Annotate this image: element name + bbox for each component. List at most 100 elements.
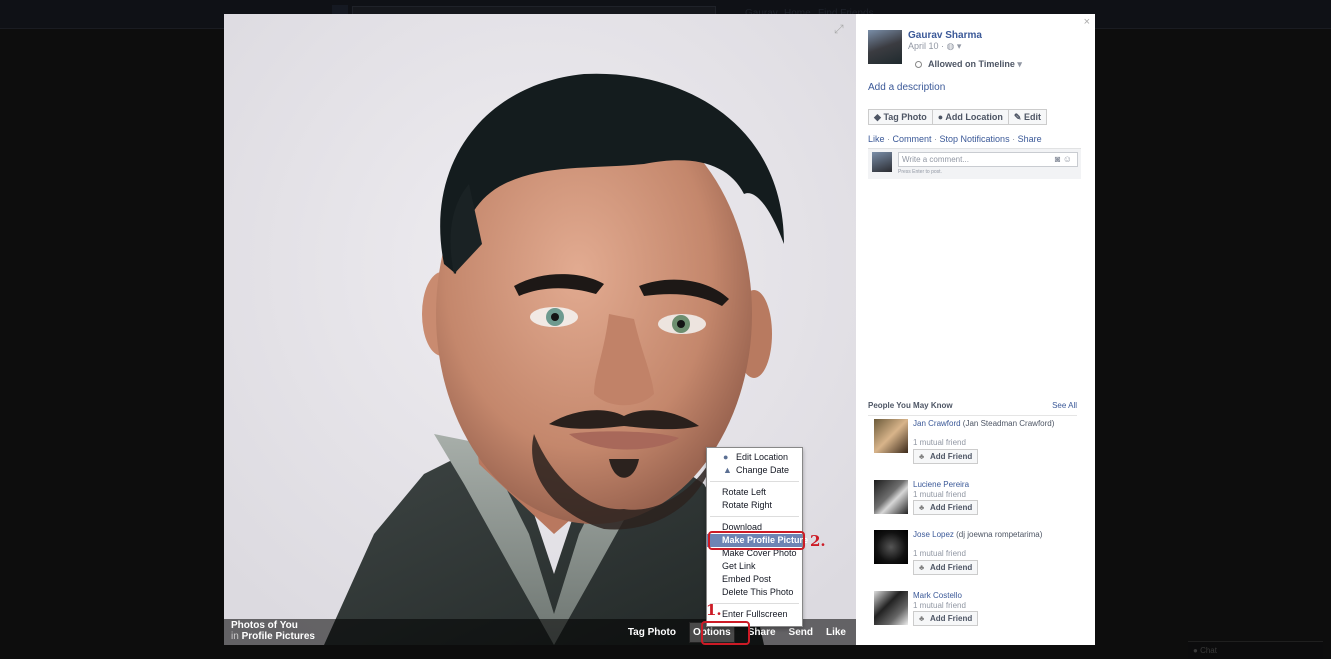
person-name-link[interactable]: Luciene Pereira (913, 480, 969, 489)
mutual-friends[interactable]: 1 mutual friend (913, 601, 966, 610)
highlight-make-profile-picture (708, 531, 805, 550)
person-name: Jan Crawford (Jan Steadman Crawford) (913, 419, 1063, 429)
add-friend-button[interactable]: ♣ Add Friend (913, 560, 978, 575)
edit-button[interactable]: ✎ Edit (1007, 109, 1047, 125)
person-photo[interactable] (874, 530, 908, 564)
mutual-friends[interactable]: 1 mutual friend (913, 490, 966, 499)
photo-edit-buttons: ◆ Tag Photo ● Add Location ✎ Edit (868, 109, 1047, 125)
post-date: April 10 · ◍ ▾ (908, 41, 961, 52)
menu-embed-post[interactable]: Embed Post (707, 573, 802, 586)
person-alt-name: (dj joewna rompetarima) (953, 530, 1043, 539)
location-pin-icon: ● (723, 452, 729, 462)
add-friend-icon: ♣ (919, 503, 925, 512)
add-friend-icon: ♣ (919, 614, 925, 623)
avatar[interactable] (868, 30, 902, 64)
share-action[interactable]: Share (748, 627, 776, 638)
avatar (872, 152, 892, 172)
pymk-title: People You May Know (868, 401, 953, 410)
person-name-link[interactable]: Jose Lopez (913, 530, 954, 539)
add-friend-icon: ♣ (919, 452, 925, 461)
person-name: Luciene Pereira (913, 480, 1063, 490)
see-all-link[interactable]: See All (1052, 401, 1077, 410)
post-actions: Like · Comment · Stop Notifications · Sh… (868, 134, 1042, 144)
button-label: Add Location (945, 112, 1003, 122)
person-name-link[interactable]: Jan Crawford (913, 419, 961, 428)
add-friend-button[interactable]: ♣ Add Friend (913, 500, 978, 515)
person-name-link[interactable]: Mark Costello (913, 591, 962, 600)
menu-divider (710, 481, 799, 482)
mutual-friends[interactable]: 1 mutual friend (913, 549, 966, 558)
user-name-link[interactable]: Gaurav Sharma (908, 30, 982, 41)
globe-icon[interactable]: ◍ (947, 41, 955, 51)
menu-delete-photo[interactable]: Delete This Photo (707, 586, 802, 599)
camera-icon[interactable]: ◙ ☺ (1055, 153, 1072, 166)
timeline-status[interactable]: Allowed on Timeline ▾ (915, 59, 1022, 70)
separator: · (1009, 134, 1018, 144)
post-date-text[interactable]: April 10 · (908, 41, 947, 51)
location-pin-icon: ● (937, 112, 944, 122)
album-name-link[interactable]: Profile Pictures (242, 631, 315, 642)
chat-label: Chat (1200, 646, 1217, 655)
tag-photo-action[interactable]: Tag Photo (628, 627, 676, 638)
comment-composer: Write a comment... ◙ ☺ Press Enter to po… (868, 148, 1081, 179)
share-link[interactable]: Share (1018, 134, 1042, 144)
person-name: Jose Lopez (dj joewna rompetarima) (913, 530, 1063, 540)
button-label: Edit (1023, 112, 1041, 122)
menu-item-label: Change Date (736, 465, 790, 475)
menu-item-label: Edit Location (736, 452, 789, 462)
separator: · (931, 134, 940, 144)
menu-get-link[interactable]: Get Link (707, 560, 802, 573)
album-title[interactable]: Photos of You (231, 620, 315, 631)
add-friend-icon: ♣ (919, 563, 925, 572)
add-friend-button[interactable]: ♣ Add Friend (913, 611, 978, 626)
menu-divider (710, 516, 799, 517)
close-icon[interactable]: × (1084, 16, 1090, 28)
tag-photo-button[interactable]: ◆ Tag Photo (868, 109, 933, 125)
person-photo[interactable] (874, 591, 908, 625)
add-description-link[interactable]: Add a description (868, 82, 945, 93)
send-action[interactable]: Send (789, 627, 813, 638)
expand-icon[interactable]: ⤢ (834, 22, 848, 36)
step-2-label: 2. (810, 532, 826, 550)
person-photo[interactable] (874, 419, 908, 453)
menu-edit-location[interactable]: ● Edit Location (707, 451, 802, 464)
album-info: Photos of You in Profile Pictures (231, 620, 315, 642)
person-name: Mark Costello (913, 591, 1063, 601)
like-link[interactable]: Like (868, 134, 885, 144)
album-in-label: in (231, 631, 239, 642)
tag-icon: ◆ (874, 112, 881, 122)
highlight-options (701, 621, 750, 645)
timeline-circle-icon (915, 61, 922, 68)
timeline-status-text: Allowed on Timeline (928, 59, 1015, 69)
button-label: Add Friend (930, 503, 973, 512)
menu-rotate-left[interactable]: Rotate Left (707, 486, 802, 499)
menu-divider (710, 603, 799, 604)
photo-info-panel: × Gaurav Sharma April 10 · ◍ ▾ Allowed o… (856, 14, 1095, 645)
pencil-icon: ✎ (1013, 112, 1022, 122)
step-1-label: 1. (706, 601, 722, 619)
stop-notifications-link[interactable]: Stop Notifications (940, 134, 1010, 144)
person-photo[interactable] (874, 480, 908, 514)
button-label: Tag Photo (883, 112, 927, 122)
separator: · (884, 134, 893, 144)
privacy-caret-icon[interactable]: ▾ (957, 41, 962, 51)
chevron-down-icon: ▾ (1017, 59, 1022, 69)
menu-change-date[interactable]: ▲ Change Date (707, 464, 802, 477)
person-alt-name: (Jan Steadman Crawford) (960, 419, 1055, 428)
button-label: Add Friend (930, 452, 973, 461)
calendar-icon: ▲ (723, 465, 732, 475)
comment-input[interactable]: Write a comment... ◙ ☺ (898, 152, 1078, 167)
mutual-friends[interactable]: 1 mutual friend (913, 438, 966, 447)
add-friend-button[interactable]: ♣ Add Friend (913, 449, 978, 464)
comment-hint: Press Enter to post. (898, 169, 942, 175)
button-label: Add Friend (930, 614, 973, 623)
chat-sidebar-toggle[interactable]: ● Chat (1188, 641, 1323, 659)
add-location-button[interactable]: ● Add Location (931, 109, 1009, 125)
button-label: Add Friend (930, 563, 973, 572)
chat-icon: ● (1193, 646, 1198, 655)
comment-placeholder: Write a comment... (902, 155, 969, 164)
like-action[interactable]: Like (826, 627, 846, 638)
menu-rotate-right[interactable]: Rotate Right (707, 499, 802, 512)
comment-link[interactable]: Comment (893, 134, 932, 144)
pymk-header: People You May Know See All (868, 401, 1077, 416)
